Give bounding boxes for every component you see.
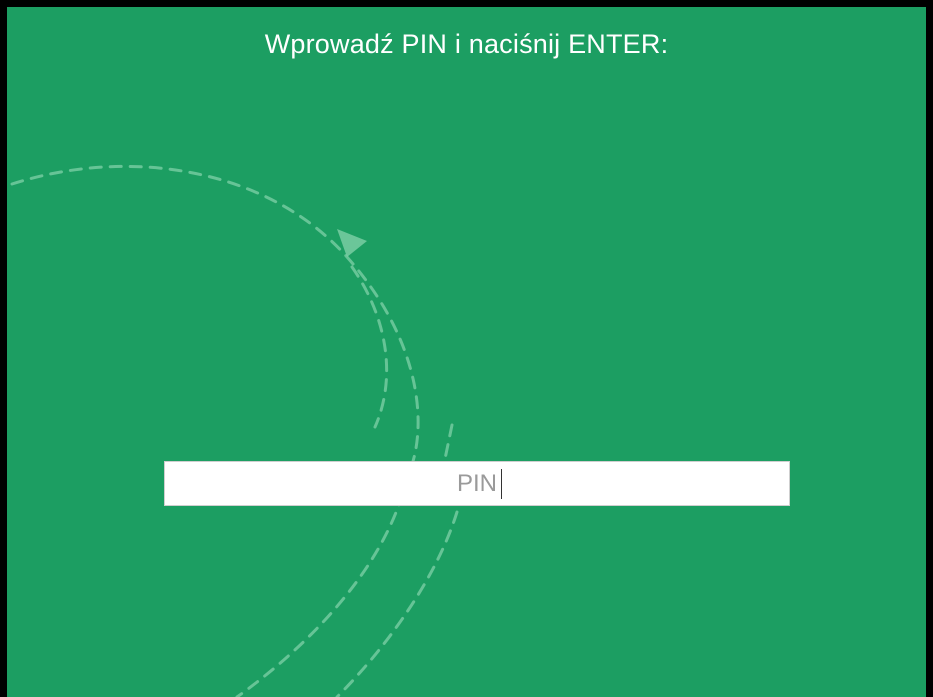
- pin-prompt-heading: Wprowadź PIN i naciśnij ENTER:: [264, 29, 669, 59]
- pin-entry-screen: Wprowadź PIN i naciśnij ENTER:: [0, 0, 933, 697]
- pin-input[interactable]: [164, 461, 790, 506]
- text-caret: [501, 469, 502, 499]
- dashed-circular-arrows-icon: [10, 164, 459, 697]
- arrow-head-icon: [337, 229, 367, 257]
